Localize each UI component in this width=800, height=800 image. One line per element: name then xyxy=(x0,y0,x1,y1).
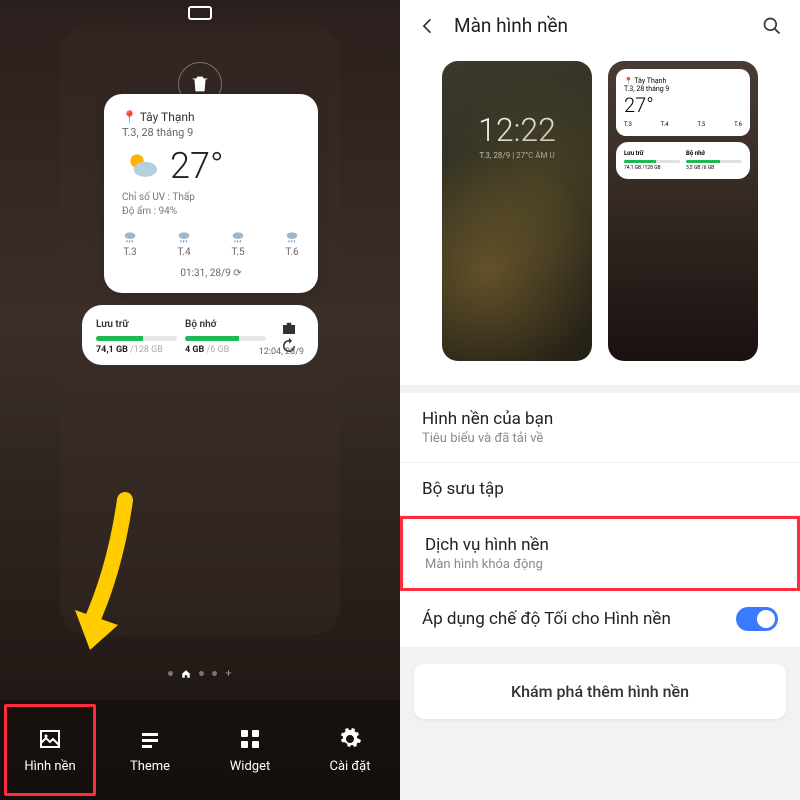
search-icon[interactable] xyxy=(762,16,782,36)
add-page-icon[interactable]: + xyxy=(225,667,231,680)
nav-settings[interactable]: Cài đặt xyxy=(300,700,400,800)
memory-label: Bộ nhớ xyxy=(185,319,266,330)
gear-icon xyxy=(338,727,362,751)
weather-date: T.3, 28 tháng 9 xyxy=(122,126,300,139)
mini-weather: 📍 Tây Thạnh T.3, 28 tháng 9 27° T.3T.4T.… xyxy=(616,69,750,136)
brush-icon xyxy=(138,727,162,751)
frame-hint xyxy=(188,6,212,20)
item-wallpaper-service[interactable]: Dịch vụ hình nền Màn hình khóa động xyxy=(400,516,800,591)
dark-mode-toggle[interactable] xyxy=(736,607,778,631)
weather-updated: 01:31, 28/9 ⟳ xyxy=(122,268,300,279)
back-icon[interactable] xyxy=(418,16,438,36)
lockscreen-preview[interactable]: 12:22 T.3, 28/9 | 27°C ÂM U xyxy=(442,61,592,361)
annotation-highlight xyxy=(4,704,96,796)
forecast-row: T.3 T.4 T.5 T.6 xyxy=(122,229,300,258)
item-dark-mode-wallpaper[interactable]: Áp dụng chế độ Tối cho Hình nền xyxy=(400,591,800,648)
weather-uv: Chỉ số UV : Thấp xyxy=(122,191,300,205)
weather-temp: 27° xyxy=(170,145,224,187)
rain-icon xyxy=(284,229,300,245)
rain-icon xyxy=(176,229,192,245)
lock-time: 12:22 xyxy=(478,111,556,149)
item-collection[interactable]: Bộ sưu tập xyxy=(400,463,800,516)
storage-widget[interactable]: Lưu trữ 74,1 GB /128 GB Bộ nhớ 4 GB /6 G… xyxy=(82,305,318,365)
explore-more-button[interactable]: Khám phá thêm hình nền xyxy=(414,664,786,719)
widget-icon xyxy=(238,727,262,751)
nav-theme[interactable]: Theme xyxy=(100,700,200,800)
home-editor-panel: 📍 Tây Thạnh T.3, 28 tháng 9 27° Chỉ số U… xyxy=(0,0,400,800)
header: Màn hình nền xyxy=(400,0,800,51)
settings-list: Hình nền của bạn Tiêu biểu và đã tải về … xyxy=(400,393,800,648)
item-your-wallpapers[interactable]: Hình nền của bạn Tiêu biểu và đã tải về xyxy=(400,393,800,463)
homescreen-preview-small[interactable]: 📍 Tây Thạnh T.3, 28 tháng 9 27° T.3T.4T.… xyxy=(608,61,758,361)
page-title: Màn hình nền xyxy=(454,14,746,37)
nav-wallpaper[interactable]: Hình nền xyxy=(0,700,100,800)
weather-location: 📍 Tây Thạnh xyxy=(122,110,300,124)
sun-cloud-icon xyxy=(122,146,162,186)
weather-widget[interactable]: 📍 Tây Thạnh T.3, 28 tháng 9 27° Chỉ số U… xyxy=(104,94,318,293)
storage-label: Lưu trữ xyxy=(96,319,177,330)
mini-storage: Lưu trữ74,1 GB /128 GB Bộ nhớ3,5 GB /6 G… xyxy=(616,142,750,179)
page-indicator[interactable]: + xyxy=(0,667,400,680)
rain-icon xyxy=(122,229,138,245)
rain-icon xyxy=(230,229,246,245)
storage-updated: 12:04, 28/9 xyxy=(259,347,304,357)
home-icon xyxy=(181,669,191,679)
wallpaper-settings-panel: Màn hình nền 12:22 T.3, 28/9 | 27°C ÂM U… xyxy=(400,0,800,800)
editor-bottom-nav: Hình nền Theme Widget Cài đặt xyxy=(0,700,400,800)
homescreen-preview[interactable]: 📍 Tây Thạnh T.3, 28 tháng 9 27° Chỉ số U… xyxy=(60,24,340,635)
weather-humidity: Độ ẩm : 94% xyxy=(122,205,300,219)
lock-date: T.3, 28/9 | 27°C ÂM U xyxy=(479,151,554,160)
nav-widget[interactable]: Widget xyxy=(200,700,300,800)
wallpaper-previews: 12:22 T.3, 28/9 | 27°C ÂM U 📍 Tây Thạnh … xyxy=(400,51,800,385)
toolbox-icon xyxy=(280,319,298,337)
